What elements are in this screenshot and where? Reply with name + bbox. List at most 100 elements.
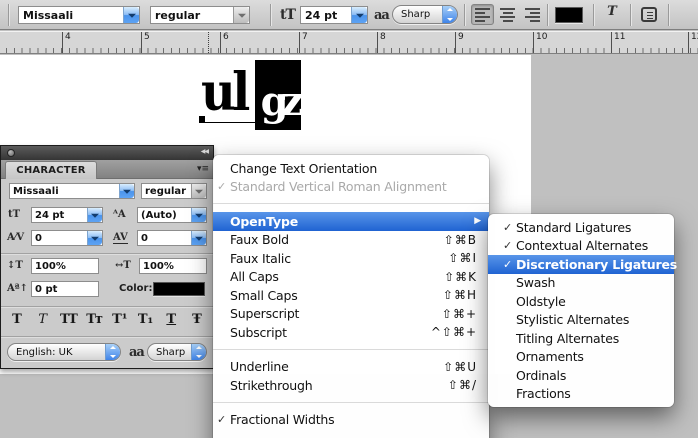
menu-item-strikethrough[interactable]: Strikethrough⇧⌘/ <box>213 376 489 395</box>
font-size-input[interactable] <box>301 7 351 23</box>
menu-item-fractional-widths[interactable]: ✓Fractional Widths <box>213 411 489 430</box>
shortcut-label: ⇧⌘I <box>448 251 477 265</box>
panel-tracking-field[interactable] <box>137 230 207 246</box>
submenu-item-oldstyle[interactable]: Oldstyle <box>488 292 674 311</box>
align-center-button[interactable] <box>496 4 519 25</box>
panel-font-family-dropdown-icon[interactable] <box>119 184 134 198</box>
menu-item-label: Faux Italic <box>230 251 448 266</box>
stepper-icon[interactable] <box>191 344 206 360</box>
align-left-button[interactable] <box>471 4 494 25</box>
toggle-panels-icon[interactable] <box>641 7 657 22</box>
submenu-item-ordinals[interactable]: Ordinals <box>488 366 674 385</box>
menu-item-label: Contextual Alternates <box>516 238 674 253</box>
font-size-icon: tT <box>280 7 295 23</box>
panel-font-style-input[interactable] <box>142 186 191 197</box>
menu-item-superscript[interactable]: Superscript⇧⌘+ <box>213 305 489 324</box>
panel-menu-icon[interactable]: ▾≡ <box>197 164 209 174</box>
vertical-scale-input[interactable] <box>32 261 98 272</box>
ruler-number: 12 <box>688 32 698 53</box>
tab-character[interactable]: CHARACTER <box>5 161 97 179</box>
anti-alias-popup[interactable]: Sharp <box>392 5 458 24</box>
menu-item-faux-italic[interactable]: Faux Italic⇧⌘I <box>213 249 489 268</box>
text-baseline <box>199 122 257 123</box>
menu-item-small-caps[interactable]: Small Caps⇧⌘H <box>213 286 489 305</box>
underline-button[interactable]: T <box>159 312 183 327</box>
vertical-scale-field[interactable] <box>31 258 99 274</box>
stepper-icon[interactable] <box>442 6 457 23</box>
panel-size-input[interactable] <box>32 210 87 221</box>
panel-leading-input[interactable] <box>138 210 191 221</box>
panel-titlebar[interactable]: ◀◀ <box>1 146 213 160</box>
leading-dropdown-icon[interactable] <box>191 208 206 222</box>
font-family-input[interactable] <box>19 7 123 23</box>
subscript-button[interactable]: T₁ <box>134 312 158 327</box>
horizontal-scale-input[interactable] <box>140 261 206 272</box>
panel-font-family-input[interactable] <box>10 186 119 197</box>
faux-italic-button[interactable]: T <box>31 312 55 327</box>
panel-divider <box>1 306 213 307</box>
panel-anti-alias-popup[interactable]: Sharp <box>147 343 207 361</box>
font-style-field[interactable] <box>150 6 250 24</box>
strikethrough-button[interactable]: Ŧ <box>185 312 209 327</box>
color-label: Color: <box>119 283 152 294</box>
font-family-dropdown-icon[interactable] <box>123 7 139 23</box>
menu-item-label: Fractions <box>516 386 674 401</box>
menu-item-label: Strikethrough <box>230 378 448 393</box>
text-color-swatch[interactable] <box>555 7 583 23</box>
panel-color-swatch[interactable] <box>153 282 205 296</box>
size-dropdown-icon[interactable] <box>87 208 102 222</box>
superscript-button[interactable]: T¹ <box>108 312 132 327</box>
blackletter-text[interactable]: ul gz <box>195 58 365 138</box>
menu-separator <box>213 349 489 350</box>
submenu-item-contextual-alternates[interactable]: ✓Contextual Alternates <box>488 237 674 256</box>
font-style-input[interactable] <box>151 7 233 23</box>
menu-item-underline[interactable]: Underline⇧⌘U <box>213 358 489 377</box>
menu-item-label: Faux Bold <box>230 232 444 247</box>
font-size-icon: tT <box>8 209 20 220</box>
submenu-item-swash[interactable]: Swash <box>488 274 674 293</box>
baseline-shift-field[interactable] <box>31 281 99 297</box>
tracking-dropdown-icon[interactable] <box>191 231 206 245</box>
stepper-icon[interactable] <box>105 344 120 360</box>
opentype-submenu: ✓Standard Ligatures✓Contextual Alternate… <box>488 214 674 407</box>
small-caps-button[interactable]: Tᴛ <box>82 312 106 327</box>
baseline-shift-input[interactable] <box>32 284 98 295</box>
horizontal-ruler[interactable]: 456789101112 <box>0 31 698 54</box>
panel-kerning-input[interactable] <box>32 233 87 244</box>
panel-kerning-field[interactable] <box>31 230 103 246</box>
submenu-item-ornaments[interactable]: Ornaments <box>488 348 674 367</box>
shortcut-label: ⇧⌘K <box>444 270 477 284</box>
menu-item-all-caps[interactable]: All Caps⇧⌘K <box>213 268 489 287</box>
submenu-item-standard-ligatures[interactable]: ✓Standard Ligatures <box>488 218 674 237</box>
kerning-icon: A⁄V <box>7 232 24 243</box>
menu-item-change-text-orientation[interactable]: Change Text Orientation <box>213 159 489 178</box>
kerning-dropdown-icon[interactable] <box>87 231 102 245</box>
font-family-field[interactable] <box>18 6 140 24</box>
submenu-item-discretionary-ligatures[interactable]: ✓Discretionary Ligatures <box>488 255 674 274</box>
menu-item-opentype[interactable]: OpenType▶ <box>213 212 489 231</box>
submenu-item-stylistic-alternates[interactable]: Stylistic Alternates <box>488 311 674 330</box>
leading-icon: ᴬA <box>113 209 126 220</box>
warp-text-icon[interactable]: T <box>602 5 622 25</box>
panel-tracking-input[interactable] <box>138 233 191 244</box>
all-caps-button[interactable]: TT <box>56 312 80 327</box>
close-button[interactable] <box>7 149 15 157</box>
collapse-panel-icon[interactable]: ◀◀ <box>201 148 208 155</box>
submenu-arrow-icon: ▶ <box>474 216 481 226</box>
font-size-dropdown-icon[interactable] <box>351 7 367 23</box>
panel-leading-field[interactable] <box>137 207 207 223</box>
align-right-button[interactable] <box>521 4 544 25</box>
submenu-item-fractions[interactable]: Fractions <box>488 385 674 404</box>
submenu-item-titling-alternates[interactable]: Titling Alternates <box>488 329 674 348</box>
panel-font-family-field[interactable] <box>9 183 135 199</box>
checkmark-icon: ✓ <box>213 180 230 193</box>
menu-item-faux-bold[interactable]: Faux Bold⇧⌘B <box>213 231 489 250</box>
panel-size-field[interactable] <box>31 207 103 223</box>
language-popup[interactable]: English: UK <box>7 343 121 361</box>
font-size-field[interactable] <box>300 6 368 24</box>
panel-font-style-field[interactable] <box>141 183 207 199</box>
horizontal-scale-field[interactable] <box>139 258 207 274</box>
style-buttons-row: TTTTTᴛT¹T₁TŦ <box>5 312 209 327</box>
menu-item-subscript[interactable]: Subscript^⇧⌘+ <box>213 323 489 342</box>
faux-bold-button[interactable]: T <box>5 312 29 327</box>
